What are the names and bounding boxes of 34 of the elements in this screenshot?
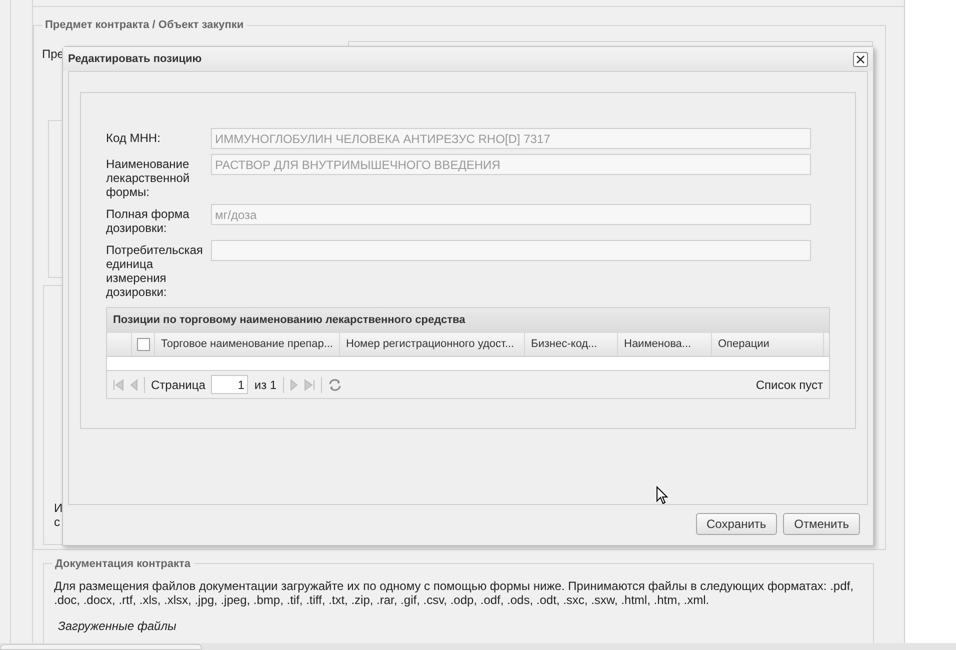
column-header[interactable]: Наименова... (618, 333, 712, 356)
page-field[interactable]: 1 (211, 375, 248, 394)
grid-title: Позиции по торговому наименованию лекарственного средства (107, 308, 829, 333)
previous-page-icon[interactable] (130, 378, 138, 390)
dialog-button[interactable]: Отменить (783, 513, 860, 535)
first-page-icon[interactable] (113, 378, 124, 390)
column-header[interactable]: Операции (712, 333, 824, 356)
column-header[interactable]: Номер регистрационного удост... (340, 333, 525, 356)
input-field[interactable] (211, 240, 811, 261)
label-text: И (54, 500, 63, 517)
field-label: Наименование лекарственной формы: (106, 156, 191, 199)
dialog-button[interactable]: Сохранить (696, 513, 778, 535)
next-page-icon[interactable] (290, 378, 298, 390)
close-button[interactable] (853, 52, 868, 66)
field-label: Код МНН: (106, 130, 162, 145)
dialog-title: Редактировать позицию (68, 52, 202, 67)
page-label: Страница (151, 376, 206, 394)
section-title: Документация контракта (52, 556, 194, 572)
bottom-tab[interactable] (0, 644, 202, 650)
last-page-icon[interactable] (304, 378, 315, 390)
column-header[interactable]: Торговое наименование препар... (155, 333, 340, 356)
files-label: Загруженные файлы (58, 618, 176, 635)
label-text: с (54, 514, 60, 531)
section-title: Предмет контракта / Объект закупки (42, 17, 247, 34)
field-label: Полная форма дозировки: (106, 206, 190, 235)
refresh-icon[interactable] (328, 378, 342, 392)
close-icon (856, 54, 865, 64)
status-text: Список пуст (756, 376, 823, 394)
field-label: Потребительская единица измерения дозировки: (106, 242, 204, 299)
checkbox[interactable] (136, 338, 150, 351)
column-header[interactable]: Бизнес-код... (525, 333, 618, 356)
instructions-text: Для размещения файлов документации загружайте их по одному с помощью формы ниже. Принимаются файлы в следующих форматах: .pdf, .doc, .docx, .rtf, .xls, .xlsx, .jpg, .jpeg, .bmp, .tif, .tiff, .txt, .zip, .rar, .gif, .csv, .odp, .odf, .ods, .odt, .sxc, .sxw, .html, .htm, .xml. (54, 579, 854, 607)
cursor-icon (656, 486, 668, 505)
page-count: из 1 (254, 376, 277, 394)
